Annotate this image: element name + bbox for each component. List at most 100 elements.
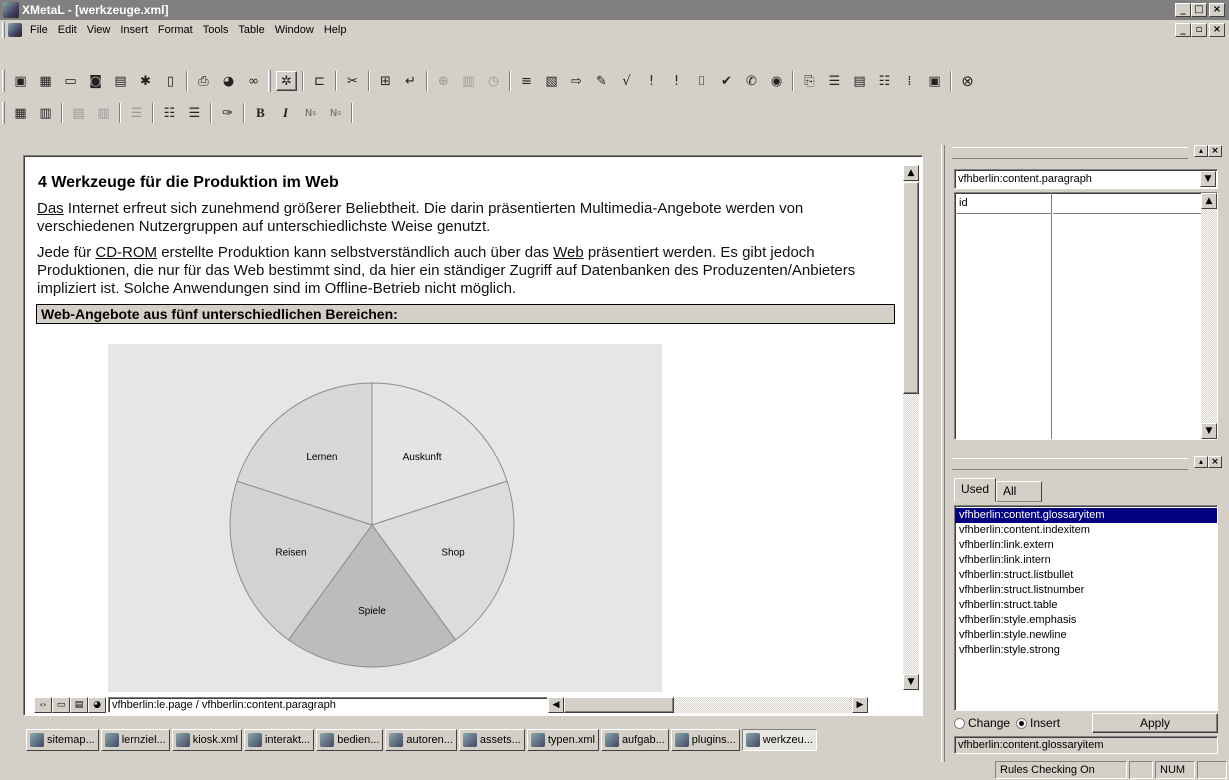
split-icon[interactable]: ✂ xyxy=(342,71,363,91)
panel-grip-2[interactable] xyxy=(952,458,1188,470)
doc-restore-button[interactable]: ▫ xyxy=(1191,23,1207,37)
attr-scroll-up[interactable]: ▲ xyxy=(1201,193,1217,209)
document-tab[interactable]: sitemap... xyxy=(26,729,99,751)
toolbar-grip-2[interactable] xyxy=(268,70,271,92)
hscroll-thumb[interactable] xyxy=(564,697,674,713)
special-char-icon[interactable]: ✲ xyxy=(276,71,297,91)
structure-icon[interactable]: ⊏ xyxy=(309,71,330,91)
apply-button[interactable]: Apply xyxy=(1092,713,1218,733)
align-icon[interactable]: ≡ xyxy=(516,71,537,91)
bullet-list-icon[interactable]: ☷ xyxy=(159,103,180,123)
toolbar-grip[interactable] xyxy=(2,70,5,92)
split-cells-icon[interactable]: ▥ xyxy=(93,103,114,123)
target-icon[interactable]: ⊕ xyxy=(433,71,454,91)
splitter[interactable] xyxy=(941,145,945,762)
list-icon[interactable]: ☰ xyxy=(824,71,845,91)
document-tab[interactable]: bedien... xyxy=(316,729,384,751)
table-icon[interactable]: ▦ xyxy=(10,103,31,123)
document-tab[interactable]: lernziel... xyxy=(100,729,170,751)
glossary-link-cdrom[interactable]: CD-ROM xyxy=(95,244,157,261)
table-props-icon[interactable]: ▧ xyxy=(541,71,562,91)
maximize-button[interactable]: □ xyxy=(1191,3,1207,17)
panel-grip[interactable] xyxy=(952,147,1188,159)
menu-edit[interactable]: Edit xyxy=(53,24,82,36)
list-2-icon[interactable]: ▤ xyxy=(849,71,870,91)
preview-icon[interactable]: ⎙ xyxy=(193,71,214,91)
page-icon[interactable]: ▯ xyxy=(160,71,181,91)
plain-text-view-icon[interactable]: ▤ xyxy=(70,697,88,713)
form-icon[interactable]: ▤ xyxy=(110,71,131,91)
applet-icon[interactable]: ✱ xyxy=(135,71,156,91)
document-tab[interactable]: typen.xml xyxy=(526,729,599,751)
clock-icon[interactable]: ◷ xyxy=(483,71,504,91)
document-tab[interactable]: autoren... xyxy=(385,729,457,751)
doc-close-button[interactable]: × xyxy=(1209,23,1225,37)
bold-button[interactable]: B xyxy=(250,103,271,123)
browser-preview-icon[interactable]: ◕ xyxy=(88,697,106,713)
element-list-item[interactable]: vfhberlin:struct.table xyxy=(955,598,1217,613)
panel2-up-arrow[interactable]: ▴ xyxy=(1194,456,1208,468)
scroll-thumb[interactable] xyxy=(903,182,919,394)
normal-view-icon[interactable]: ▭ xyxy=(52,697,70,713)
element-list-item[interactable]: vfhberlin:style.newline xyxy=(955,628,1217,643)
document-tab[interactable]: kiosk.xml xyxy=(171,729,242,751)
subscript-button[interactable]: Ns xyxy=(300,103,321,123)
link-icon[interactable]: ∞ xyxy=(243,71,264,91)
xmetal-app-icon[interactable] xyxy=(3,2,19,18)
document-tab[interactable]: werkzeu... xyxy=(741,729,817,751)
document-vscrollbar[interactable]: ▲ ▼ xyxy=(903,165,919,690)
scroll-up-arrow[interactable]: ▲ xyxy=(903,165,919,181)
tab-used[interactable]: Used xyxy=(954,478,997,502)
menu-help[interactable]: Help xyxy=(319,24,352,36)
return-icon[interactable]: ↵ xyxy=(400,71,421,91)
document-icon[interactable] xyxy=(8,23,22,37)
list-3-icon[interactable]: ☷ xyxy=(874,71,895,91)
warning-2-icon[interactable]: ! xyxy=(666,71,687,91)
arrow-right-icon[interactable]: ⇨ xyxy=(566,71,587,91)
grid-icon[interactable]: ▥ xyxy=(458,71,479,91)
image-map-icon[interactable]: ▦ xyxy=(35,71,56,91)
menubar-grip[interactable] xyxy=(2,22,5,38)
element-list-item[interactable]: vfhberlin:struct.listbullet xyxy=(955,568,1217,583)
tab-all[interactable]: All xyxy=(996,481,1043,502)
tags-view-icon[interactable]: ‹› xyxy=(34,697,52,713)
paint-icon[interactable]: ✑ xyxy=(217,103,238,123)
merge-cells-icon[interactable]: ▤ xyxy=(68,103,89,123)
bracket-icon[interactable]: ⌷ xyxy=(691,71,712,91)
menu-file[interactable]: File xyxy=(25,24,53,36)
browser-icon[interactable]: ◕ xyxy=(218,71,239,91)
doc-minimize-button[interactable]: _ xyxy=(1175,23,1191,37)
element-list-item[interactable]: vfhberlin:link.intern xyxy=(955,553,1217,568)
checkmark-icon[interactable]: ✔ xyxy=(716,71,737,91)
glossary-link-das[interactable]: Das xyxy=(37,200,64,217)
document-tab[interactable]: aufgab... xyxy=(600,729,669,751)
document-hscrollbar[interactable]: ◀ ▶ xyxy=(548,697,868,713)
element-list-item[interactable]: vfhberlin:style.emphasis xyxy=(955,613,1217,628)
insert-element-icon[interactable]: ⎘ xyxy=(799,71,820,91)
attr-scroll-down[interactable]: ▼ xyxy=(1201,423,1217,439)
bulb-icon[interactable]: ◉ xyxy=(766,71,787,91)
element-list-item[interactable]: vfhberlin:style.strong xyxy=(955,643,1217,658)
menu-format[interactable]: Format xyxy=(153,24,198,36)
glossary-link-web[interactable]: Web xyxy=(553,244,584,261)
numbered-list-icon[interactable]: ☰ xyxy=(184,103,205,123)
menu-view[interactable]: View xyxy=(82,24,116,36)
close-button[interactable]: × xyxy=(1209,3,1225,17)
rows-icon[interactable]: ☰ xyxy=(126,103,147,123)
document-tab[interactable]: plugins... xyxy=(670,729,740,751)
warning-icon[interactable]: ! xyxy=(641,71,662,91)
properties-icon[interactable]: ▣ xyxy=(924,71,945,91)
edit-icon[interactable]: ✎ xyxy=(591,71,612,91)
menu-insert[interactable]: Insert xyxy=(115,24,153,36)
formula-icon[interactable]: √ xyxy=(616,71,637,91)
size-grip[interactable] xyxy=(1197,761,1227,779)
toolbar-grip-3[interactable] xyxy=(2,102,5,124)
dropdown-arrow-icon[interactable]: ▼ xyxy=(1200,171,1216,187)
italic-button[interactable]: I xyxy=(275,103,296,123)
document-tab[interactable]: assets... xyxy=(458,729,525,751)
scroll-right-arrow[interactable]: ▶ xyxy=(852,697,868,713)
element-list-item[interactable]: vfhberlin:content.indexitem xyxy=(955,523,1217,538)
panel-up-arrow[interactable]: ▴ xyxy=(1194,145,1208,157)
media-icon[interactable]: ◙ xyxy=(85,71,106,91)
attribute-grid[interactable]: id ▲ ▼ xyxy=(954,192,1218,440)
